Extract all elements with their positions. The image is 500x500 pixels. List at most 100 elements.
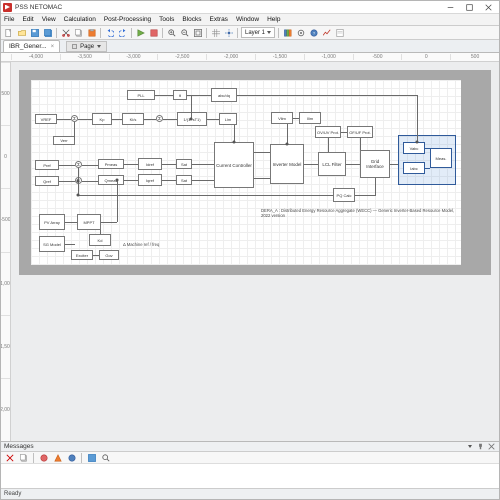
maximize-button[interactable]	[460, 2, 478, 13]
plot-icon[interactable]	[321, 27, 332, 38]
block-iabc[interactable]: Iabc	[403, 162, 425, 174]
block-satd[interactable]: Sat	[176, 159, 192, 169]
page-tab[interactable]: Page	[66, 41, 107, 52]
ruler-tick: -500	[1, 188, 10, 251]
help-icon[interactable]: ?	[308, 27, 319, 38]
block-current-controller[interactable]: Current Controller	[214, 142, 254, 188]
ruler-horizontal: -4,000 -3,500 -3,000 -2,500 -2,000 -1,50…	[1, 53, 499, 62]
block-pvsrc[interactable]: PV Array	[39, 214, 65, 230]
close-tab-icon[interactable]: ×	[51, 44, 55, 50]
paste-icon[interactable]	[86, 27, 97, 38]
block-sum[interactable]: Σ	[156, 115, 163, 122]
menu-window[interactable]: Window	[235, 16, 260, 23]
undo-icon[interactable]	[104, 27, 115, 38]
layer-dropdown[interactable]: Layer 1	[241, 27, 275, 38]
block-kdq[interactable]: Kd	[89, 234, 111, 246]
panel-pin-icon[interactable]	[476, 442, 485, 451]
redo-icon[interactable]	[117, 27, 128, 38]
block-ki[interactable]: Ki/s	[122, 113, 144, 125]
block-pmeas[interactable]: Pmeas	[98, 159, 124, 169]
block-gov[interactable]: Gov	[99, 250, 119, 260]
block-mppt[interactable]: MPPT	[77, 214, 101, 230]
copy-icon[interactable]	[73, 27, 84, 38]
block-qref[interactable]: Qref	[35, 176, 59, 186]
stop-icon[interactable]	[148, 27, 159, 38]
block-vabc[interactable]: Vabc	[403, 142, 425, 154]
block-prot-ov[interactable]: OV/UV Prot.	[315, 126, 341, 138]
block-iqref[interactable]: Iqref	[138, 174, 162, 186]
ruler-tick: -2,000	[1, 378, 10, 441]
block-vlim[interactable]: Vlim	[271, 112, 293, 124]
diagram-canvas[interactable]: VREF Σ Kp Ki/s Σ 1/(1+sT1) Lim	[11, 62, 499, 441]
messages-title: Messages	[4, 443, 34, 450]
block-machine[interactable]: SG Model	[39, 236, 65, 252]
block-grid[interactable]: Grid Interface	[360, 150, 390, 178]
save-icon[interactable]	[29, 27, 40, 38]
msg-clear-icon[interactable]	[4, 452, 15, 463]
zoom-in-icon[interactable]	[166, 27, 177, 38]
block-qmeas[interactable]: Qmeas	[98, 175, 124, 185]
block-pq[interactable]: PQ Calc	[333, 188, 355, 202]
menu-extras[interactable]: Extras	[209, 16, 229, 23]
snap-toggle-icon[interactable]	[223, 27, 234, 38]
panel-close-icon[interactable]	[487, 442, 496, 451]
block-kp[interactable]: Kp	[92, 113, 112, 125]
file-tab[interactable]: IBR_Gener... ×	[3, 40, 60, 52]
block-dq[interactable]: abc/dq	[211, 88, 237, 102]
block-filter[interactable]: LCL Filter	[318, 152, 346, 176]
msg-find-icon[interactable]	[100, 452, 111, 463]
block-sum[interactable]: Σ	[75, 161, 82, 168]
block-meas[interactable]: Meas.	[430, 148, 452, 168]
msg-warning-filter-icon[interactable]	[52, 452, 63, 463]
block-idref[interactable]: Idref	[138, 158, 162, 170]
chevron-down-icon	[97, 45, 101, 48]
menu-tools[interactable]: Tools	[158, 16, 175, 23]
settings-icon[interactable]	[295, 27, 306, 38]
new-file-icon[interactable]	[3, 27, 14, 38]
minimize-button[interactable]	[441, 2, 459, 13]
block-inverter[interactable]: Inverter Model	[270, 144, 304, 184]
ruler-tick: -2,000	[206, 54, 255, 60]
menu-view[interactable]: View	[41, 16, 57, 23]
block-pll[interactable]: PLL	[127, 90, 155, 100]
close-button[interactable]	[479, 2, 497, 13]
menu-help[interactable]: Help	[266, 16, 281, 23]
grid-toggle-icon[interactable]	[210, 27, 221, 38]
layer-label: Layer 1	[245, 30, 265, 36]
block-pref[interactable]: Pref	[35, 160, 59, 170]
ruler-tick: -2,500	[157, 54, 206, 60]
block-prot-of[interactable]: OF/UF Prot.	[347, 126, 373, 138]
msg-copy-icon[interactable]	[18, 452, 29, 463]
zoom-out-icon[interactable]	[179, 27, 190, 38]
msg-error-filter-icon[interactable]	[38, 452, 49, 463]
library-icon[interactable]	[282, 27, 293, 38]
diagram-grid: VREF Σ Kp Ki/s Σ 1/(1+sT1) Lim	[31, 80, 461, 265]
block-exc[interactable]: Exciter	[71, 250, 93, 260]
block-lim[interactable]: Lim	[219, 113, 237, 125]
menu-postprocessing[interactable]: Post-Processing	[103, 16, 152, 23]
menu-blocks[interactable]: Blocks	[181, 16, 202, 23]
ruler-tick: -500	[353, 54, 402, 60]
msg-save-icon[interactable]	[86, 452, 97, 463]
block-ilim[interactable]: Ilim	[299, 112, 321, 124]
report-icon[interactable]	[334, 27, 345, 38]
block-sum[interactable]: Σ	[71, 115, 78, 122]
block-theta[interactable]: θ	[173, 90, 187, 100]
msg-info-filter-icon[interactable]	[66, 452, 77, 463]
messages-area[interactable]	[1, 464, 499, 488]
open-file-icon[interactable]	[16, 27, 27, 38]
menu-file[interactable]: File	[3, 16, 15, 23]
menu-edit[interactable]: Edit	[21, 16, 34, 23]
page-tab-label: Page	[80, 44, 94, 50]
menu-calculation[interactable]: Calculation	[63, 16, 97, 23]
messages-panel-header[interactable]: Messages	[1, 441, 499, 452]
block-verr[interactable]: Verr	[53, 136, 75, 145]
cut-icon[interactable]	[60, 27, 71, 38]
block-vref[interactable]: VREF	[35, 114, 57, 124]
save-all-icon[interactable]	[42, 27, 53, 38]
run-icon[interactable]	[135, 27, 146, 38]
status-text: Ready	[4, 491, 21, 497]
block-satq[interactable]: Sat	[176, 175, 192, 185]
panel-dropdown-icon[interactable]	[465, 442, 474, 451]
zoom-fit-icon[interactable]	[192, 27, 203, 38]
